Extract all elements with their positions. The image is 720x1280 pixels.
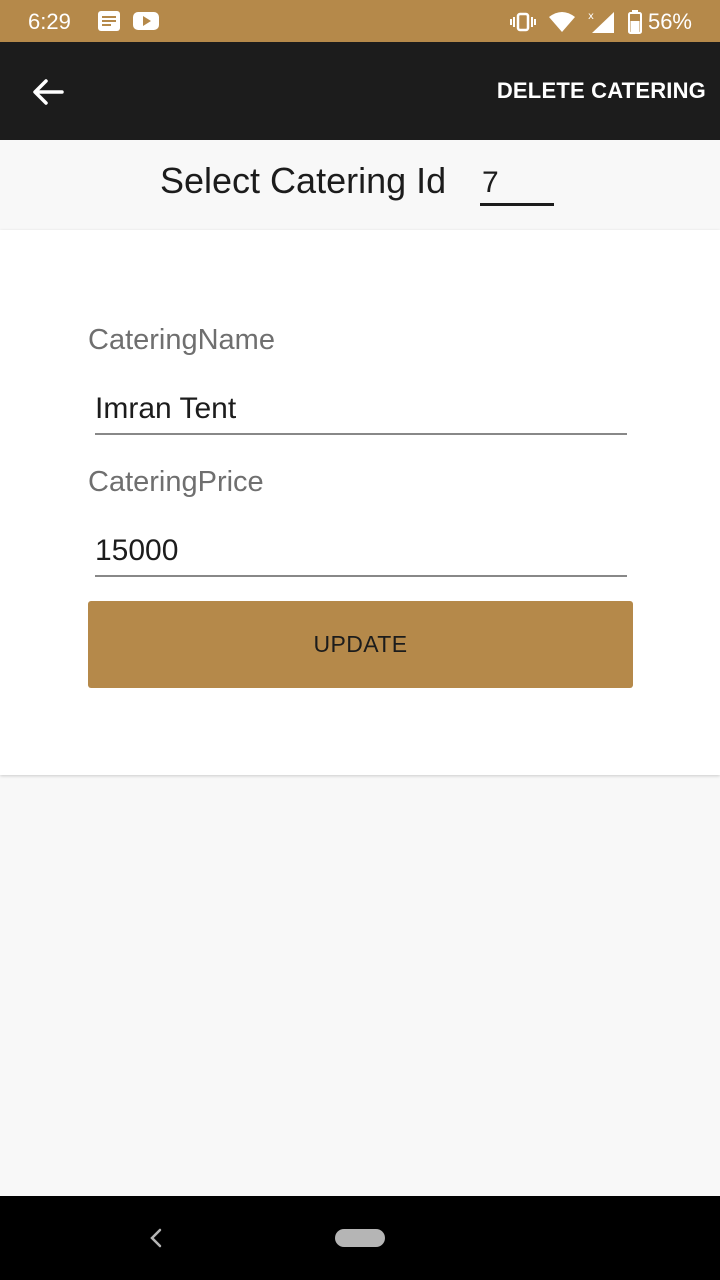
catering-name-input[interactable] [95,385,627,435]
catering-form-card: CateringName CateringPrice UPDATE [0,230,720,775]
delete-catering-button[interactable]: DELETE CATERING [497,78,706,104]
nav-back-icon[interactable] [146,1226,166,1250]
status-time: 6:29 [28,9,71,34]
signal-icon: x [588,11,614,33]
vibrate-icon [509,12,536,32]
system-navigation-bar [0,1196,720,1280]
battery-icon [627,10,642,34]
catering-price-input[interactable] [95,527,627,577]
catering-id-input[interactable] [480,162,554,206]
youtube-icon [133,12,159,30]
status-system-icons: x 56% [509,9,692,35]
update-button[interactable]: UPDATE [88,601,633,688]
app-bar: DELETE CATERING [0,42,720,140]
catering-id-selector: Select Catering Id [0,140,720,228]
svg-text:x: x [588,11,594,22]
catering-id-label: Select Catering Id [160,160,447,201]
notes-icon [98,11,120,31]
status-notification-icons [97,10,160,32]
battery-percentage: 56% [647,9,692,34]
nav-home-pill[interactable] [335,1229,385,1247]
catering-price-label: CateringPrice [88,466,264,498]
back-arrow-icon[interactable] [30,74,66,110]
status-bar: 6:29 x 56% [0,0,720,42]
catering-name-label: CateringName [88,324,275,356]
wifi-icon [548,12,575,32]
